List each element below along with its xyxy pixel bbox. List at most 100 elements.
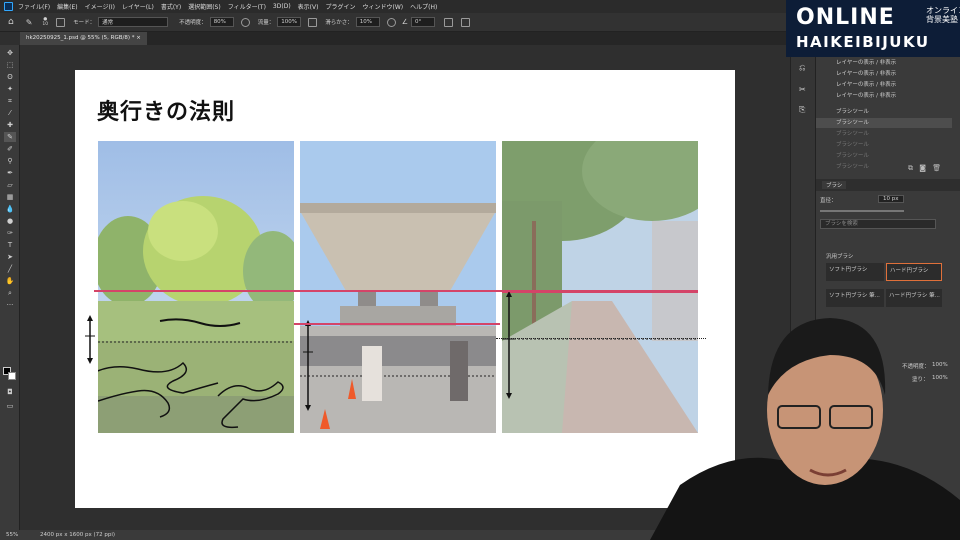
history-panel-icon[interactable]: ⎌: [799, 63, 805, 73]
meadow-image: [98, 141, 294, 433]
history-item[interactable]: ブラシツール: [816, 107, 952, 117]
menu-view[interactable]: 表示(V): [298, 2, 319, 11]
brush-tool-icon[interactable]: ✎: [4, 132, 16, 142]
crop-tool-icon[interactable]: ⌗: [4, 96, 16, 106]
lasso-tool-icon[interactable]: ʘ: [4, 72, 16, 82]
marquee-tool-icon[interactable]: ⬚: [4, 60, 16, 70]
brush-size-label: 直径：: [820, 198, 837, 204]
history-item[interactable]: ブラシツール: [816, 151, 952, 161]
flow-input[interactable]: 100%: [277, 17, 302, 27]
brush-settings-icon[interactable]: [56, 17, 66, 27]
brush-preset-label: ハード円ブラシ: [890, 268, 929, 274]
menu-select[interactable]: 選択範囲(S): [188, 2, 221, 11]
line-tool-icon[interactable]: ╱: [4, 264, 16, 274]
menu-edit[interactable]: 編集(E): [57, 2, 77, 11]
symmetry-icon[interactable]: [461, 17, 470, 27]
brush-preset-label: ソフト円ブラシ 筆...: [829, 293, 880, 299]
zoom-tool-icon[interactable]: ⌕: [4, 288, 16, 298]
more-tools-icon[interactable]: ···: [4, 300, 16, 310]
close-icon[interactable]: ×: [136, 35, 141, 41]
menu-type[interactable]: 書式(Y): [161, 2, 181, 11]
document-canvas[interactable]: 奥行きの法則: [75, 70, 735, 508]
hand-tool-icon[interactable]: ✋: [4, 276, 16, 286]
eyedropper-tool-icon[interactable]: ⁄: [4, 108, 16, 118]
quick-mask-icon[interactable]: ◘: [4, 387, 16, 397]
menu-window[interactable]: ウィンドウ(W): [362, 2, 403, 11]
history-brush-tool-icon[interactable]: ✒: [4, 168, 16, 178]
history-item[interactable]: レイヤーの表示 / 非表示: [816, 80, 952, 90]
gear-icon[interactable]: [386, 17, 396, 27]
channel-logo: ONLINE オンライン 背景美塾 HAIKEIBIJUKU: [786, 0, 960, 57]
dodge-tool-icon[interactable]: ●: [4, 216, 16, 226]
history-item[interactable]: レイヤーの表示 / 非表示: [816, 69, 952, 79]
smoothing-input[interactable]: 10%: [355, 17, 380, 27]
document-tab-label: hk20250925_1.psd @ 55% (5, RGB/8) *: [26, 35, 135, 41]
move-tool-icon[interactable]: ✥: [4, 48, 16, 58]
smoothing-label: 滑らかさ：: [325, 20, 353, 26]
zoom-level[interactable]: 55%: [6, 532, 18, 538]
blur-tool-icon[interactable]: 💧: [4, 204, 16, 214]
logo-haikeibijuku: HAIKEIBIJUKU: [796, 33, 930, 51]
brush-preset-soft[interactable]: ソフト円ブラシ: [826, 263, 884, 281]
brush-panel-header: ブラシ: [816, 179, 960, 191]
pen-tool-icon[interactable]: ✑: [4, 228, 16, 238]
mode-select[interactable]: 通常: [98, 17, 169, 27]
opacity-label: 不透明度：: [179, 20, 207, 26]
history-item[interactable]: レイヤーの表示 / 非表示: [816, 91, 952, 101]
photoshop-icon[interactable]: [4, 2, 13, 11]
home-icon[interactable]: ⌂: [8, 17, 14, 27]
brush-panel-tab[interactable]: ブラシ: [822, 181, 847, 189]
spot-heal-tool-icon[interactable]: ✚: [4, 120, 16, 130]
history-item-selected[interactable]: ブラシツール: [816, 118, 952, 128]
brush-search-input[interactable]: ブラシを検索: [820, 219, 936, 229]
building-photo: [300, 141, 496, 433]
properties-panel-icon[interactable]: ✂: [799, 85, 806, 94]
menu-layer[interactable]: レイヤー(L): [122, 2, 154, 11]
menu-file[interactable]: ファイル(F): [18, 2, 50, 11]
new-snapshot-icon[interactable]: ⧉: [908, 164, 913, 172]
pressure-opacity-icon[interactable]: [240, 17, 250, 27]
tools-panel: ✥ ⬚ ʘ ✦ ⌗ ⁄ ✚ ✎ ✐ ⚲ ✒ ▱ ▦ 💧 ● ✑ T ➤ ╱ ✋ …: [0, 45, 20, 530]
brush-size-input[interactable]: 10 px: [878, 195, 904, 203]
menu-filter[interactable]: フィルター(T): [228, 2, 266, 11]
pencil-tool-icon[interactable]: ✐: [4, 144, 16, 154]
document-tab[interactable]: hk20250925_1.psd @ 55% (5, RGB/8) * ×: [20, 32, 147, 45]
brush-tool-icon[interactable]: ✎: [26, 18, 33, 27]
angle-input[interactable]: 0°: [411, 17, 435, 27]
eraser-tool-icon[interactable]: ▱: [4, 180, 16, 190]
depth-arrow-middle: [303, 320, 313, 411]
brush-group-label[interactable]: 汎用ブラシ: [826, 252, 853, 260]
libraries-panel-icon[interactable]: ⎘: [799, 105, 805, 115]
meadow-photo: [98, 141, 294, 433]
type-tool-icon[interactable]: T: [4, 240, 16, 250]
brush-size-slider[interactable]: [820, 210, 904, 212]
slide-title: 奥行きの法則: [97, 100, 236, 125]
history-panel-actions: ⧉ ◙ 🗑: [908, 164, 941, 173]
history-item[interactable]: レイヤーの表示 / 非表示: [816, 58, 952, 68]
brush-preset-label: ソフト円ブラシ: [829, 267, 868, 273]
background-color-swatch[interactable]: [8, 372, 16, 380]
document-tab-row: hk20250925_1.psd @ 55% (5, RGB/8) * ×: [20, 32, 790, 45]
opacity-input[interactable]: 80%: [209, 17, 234, 27]
screen-mode-icon[interactable]: ▭: [4, 401, 16, 411]
brush-preset-picker[interactable]: ● 10: [42, 17, 48, 27]
menu-plugins[interactable]: プラグイン: [325, 2, 355, 11]
angle-icon: ∠: [401, 18, 408, 26]
history-item[interactable]: ブラシツール: [816, 140, 952, 150]
menu-3d[interactable]: 3D(D): [273, 3, 291, 10]
history-item[interactable]: ブラシツール: [816, 129, 952, 139]
gradient-tool-icon[interactable]: ▦: [4, 192, 16, 202]
mode-label: モード：: [73, 20, 96, 26]
brush-preset-hard[interactable]: ハード円ブラシ: [886, 263, 942, 281]
clone-stamp-tool-icon[interactable]: ⚲: [4, 156, 16, 166]
airbrush-icon[interactable]: [308, 17, 318, 27]
trash-icon[interactable]: 🗑: [932, 164, 941, 172]
camera-icon[interactable]: ◙: [919, 164, 926, 172]
path-select-tool-icon[interactable]: ➤: [4, 252, 16, 262]
pressure-size-icon[interactable]: [444, 17, 453, 27]
quick-select-tool-icon[interactable]: ✦: [4, 84, 16, 94]
depth-arrow-left: [85, 315, 95, 364]
menu-help[interactable]: ヘルプ(H): [410, 2, 437, 11]
menu-image[interactable]: イメージ(I): [85, 2, 115, 11]
brush-preset-label: ハード円ブラシ 筆...: [889, 293, 940, 299]
